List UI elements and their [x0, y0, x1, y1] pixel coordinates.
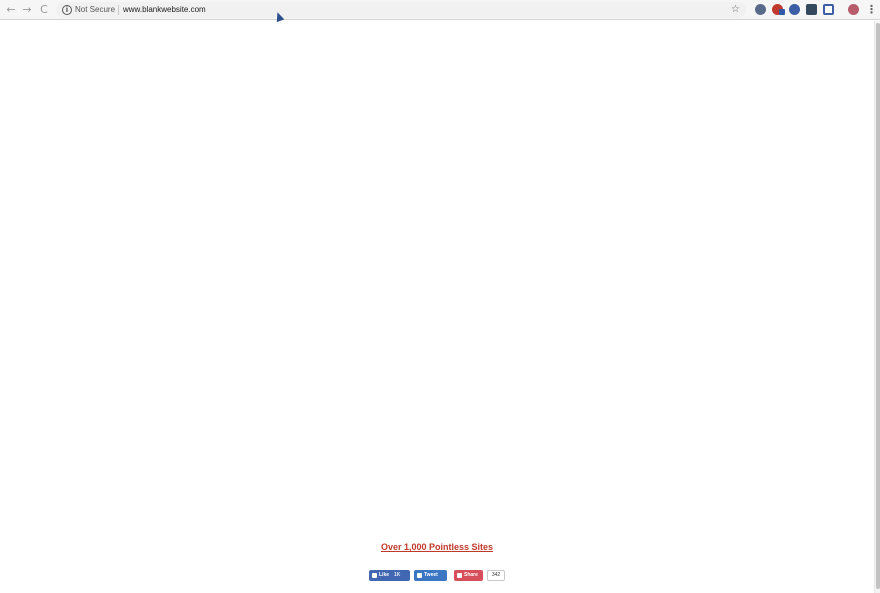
like-count: 1K [394, 572, 401, 578]
security-label: Not Secure [75, 5, 116, 14]
profile-avatar[interactable] [848, 4, 859, 15]
page-scrollbar[interactable] [874, 21, 880, 593]
extension-square-icon[interactable] [823, 4, 834, 15]
address-bar[interactable]: i Not Secure www.blankwebsite.com ☆ [56, 2, 746, 18]
info-icon[interactable]: i [62, 5, 72, 15]
browser-menu-icon[interactable]: ⋮ [866, 3, 877, 17]
pointless-sites-link[interactable]: Over 1,000 Pointless Sites [0, 542, 874, 552]
scroll-thumb[interactable] [876, 23, 880, 589]
bookmark-star-icon[interactable]: ☆ [731, 3, 740, 17]
reload-button[interactable]: C [37, 3, 51, 17]
tweet-button[interactable]: Tweet [414, 570, 447, 581]
share-button[interactable]: Share [454, 570, 483, 581]
share-label: Share [464, 572, 478, 578]
extension-record-icon[interactable] [772, 4, 785, 15]
like-label: Like [379, 572, 390, 578]
facebook-like-button[interactable]: Like 1K [369, 570, 410, 581]
twitter-bird-icon [417, 573, 422, 578]
extension-layers-icon[interactable] [806, 4, 817, 15]
forward-button[interactable]: → [20, 3, 34, 17]
address-separator [118, 5, 119, 15]
back-button[interactable]: ← [4, 3, 18, 17]
extension-circle-icon[interactable] [789, 4, 800, 15]
tweet-label: Tweet [424, 572, 438, 578]
browser-toolbar: ← → C i Not Secure www.blankwebsite.com … [0, 0, 880, 20]
share-count: 342 [487, 570, 505, 581]
thumbs-up-icon [372, 573, 377, 578]
share-buttons: Like 1K Tweet Share 342 [369, 570, 505, 582]
url-text[interactable]: www.blankwebsite.com [123, 4, 206, 16]
extension-puzzle-icon[interactable] [755, 4, 766, 15]
extension-badge [779, 9, 785, 15]
share-icon [457, 573, 462, 578]
